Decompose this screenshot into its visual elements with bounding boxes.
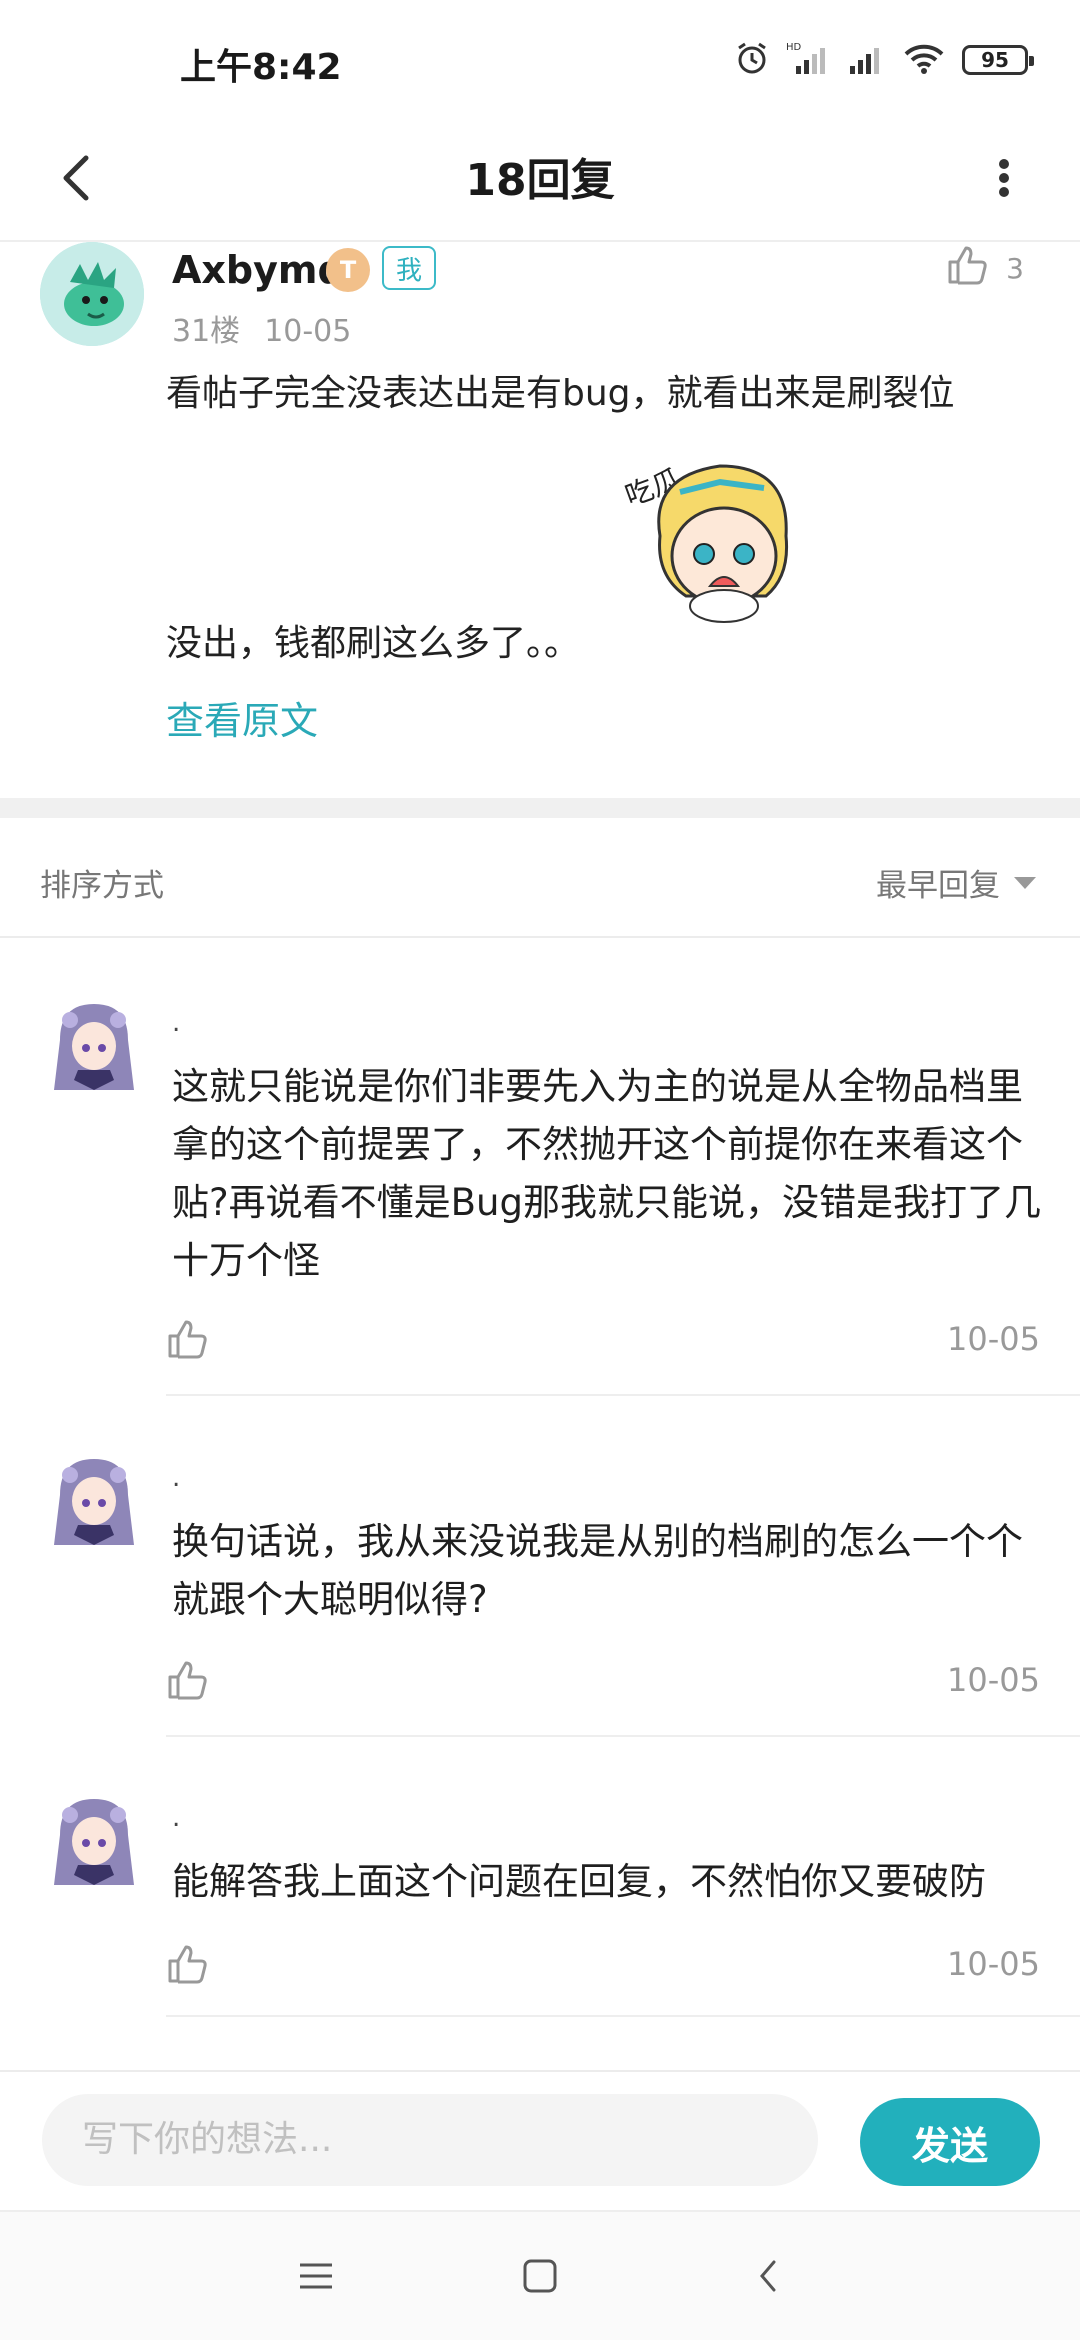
reply-divider: [166, 1394, 1080, 1396]
reply-date: 10-05: [947, 1945, 1040, 1983]
sort-selected: 最早回复: [876, 868, 1000, 904]
hd-signal-icon: HD: [786, 40, 830, 80]
reply-item: . 能解答我上面这个问题在回复，不然怕你又要破防 10-05: [0, 1795, 1080, 2017]
floor-number: 31楼: [172, 314, 241, 349]
main-post: Axbymd T 我 31楼 10-05 3 看帖子完全没表达出是有bug，就看出…: [0, 242, 1080, 798]
system-nav-bar: [0, 2210, 1080, 2340]
wifi-icon: [902, 40, 946, 80]
thumbs-up-icon[interactable]: [166, 1318, 210, 1362]
reply-divider: [166, 2015, 1080, 2017]
home-icon[interactable]: [510, 2246, 570, 2306]
reply-divider: [166, 1735, 1080, 1737]
post-text-line2: 没出，钱都刷这么多了。。: [166, 623, 581, 664]
alarm-icon: [734, 40, 770, 80]
dropdown-arrow-icon: [1014, 876, 1036, 889]
menu-icon[interactable]: [286, 2246, 346, 2306]
post-date: 10-05: [264, 314, 352, 349]
avatar[interactable]: [50, 1455, 138, 1551]
reply-item: . 换句话说，我从来没说我是从别的档刷的怎么一个个就跟个大聪明似得? 10-05: [0, 1455, 1080, 1737]
battery-icon: 95: [962, 45, 1034, 75]
post-meta: 31楼 10-05: [172, 306, 351, 350]
comment-input-bar: 写下你的想法... 发送: [0, 2070, 1080, 2208]
view-original-link[interactable]: 查看原文: [166, 690, 318, 745]
reply-author[interactable]: .: [172, 1463, 180, 1493]
reply-author[interactable]: .: [172, 1008, 180, 1038]
me-badge: 我: [382, 246, 437, 290]
level-badge: T: [326, 248, 370, 292]
page-title: 18回复: [465, 155, 615, 206]
svg-text:HD: HD: [786, 42, 802, 53]
reply-text: 能解答我上面这个问题在回复，不然怕你又要破防: [172, 1860, 986, 1903]
status-time: 上午8:42: [180, 47, 342, 88]
avatar[interactable]: [50, 1000, 138, 1096]
thumbs-up-icon[interactable]: [166, 1943, 210, 1987]
reply-text: 这就只能说是你们非要先入为主的说是从全物品档里拿的这个前提罢了，不然抛开这个前提…: [172, 1065, 1041, 1282]
reply-date: 10-05: [947, 1661, 1040, 1699]
reply-item: . 这就只能说是你们非要先入为主的说是从全物品档里拿的这个前提罢了，不然抛开这个…: [0, 1000, 1080, 1396]
sort-label: 排序方式: [40, 868, 164, 904]
send-button[interactable]: 发送: [860, 2098, 1040, 2186]
post-text-line1: 看帖子完全没表达出是有bug，就看出来是刷裂位: [166, 373, 955, 414]
back-nav-icon[interactable]: [738, 2246, 798, 2306]
sort-bar: 排序方式 最早回复: [0, 818, 1080, 938]
thumbs-up-icon[interactable]: [166, 1659, 210, 1703]
more-vertical-icon: [998, 158, 1010, 202]
sticker-image: 吃瓜…: [620, 446, 830, 646]
more-button[interactable]: [964, 140, 1044, 220]
like-button[interactable]: 3: [946, 244, 1024, 293]
section-divider: [0, 798, 1080, 818]
reply-date: 10-05: [947, 1320, 1040, 1358]
status-icons: HD 95: [734, 38, 1034, 82]
sort-dropdown[interactable]: 最早回复: [876, 860, 1036, 905]
reply-author[interactable]: .: [172, 1803, 180, 1833]
thumbs-up-icon: [946, 244, 988, 293]
username[interactable]: Axbymd: [172, 248, 345, 292]
like-count: 3: [1006, 252, 1024, 285]
app-header: 18回复: [0, 120, 1080, 242]
avatar[interactable]: [50, 1795, 138, 1891]
comment-input[interactable]: 写下你的想法...: [42, 2094, 818, 2186]
status-bar: 上午8:42 HD 95: [0, 0, 1080, 120]
signal-icon: [846, 40, 886, 80]
battery-level: 95: [981, 48, 1009, 72]
reply-text: 换句话说，我从来没说我是从别的档刷的怎么一个个就跟个大聪明似得?: [172, 1520, 1023, 1621]
avatar[interactable]: [40, 242, 144, 346]
